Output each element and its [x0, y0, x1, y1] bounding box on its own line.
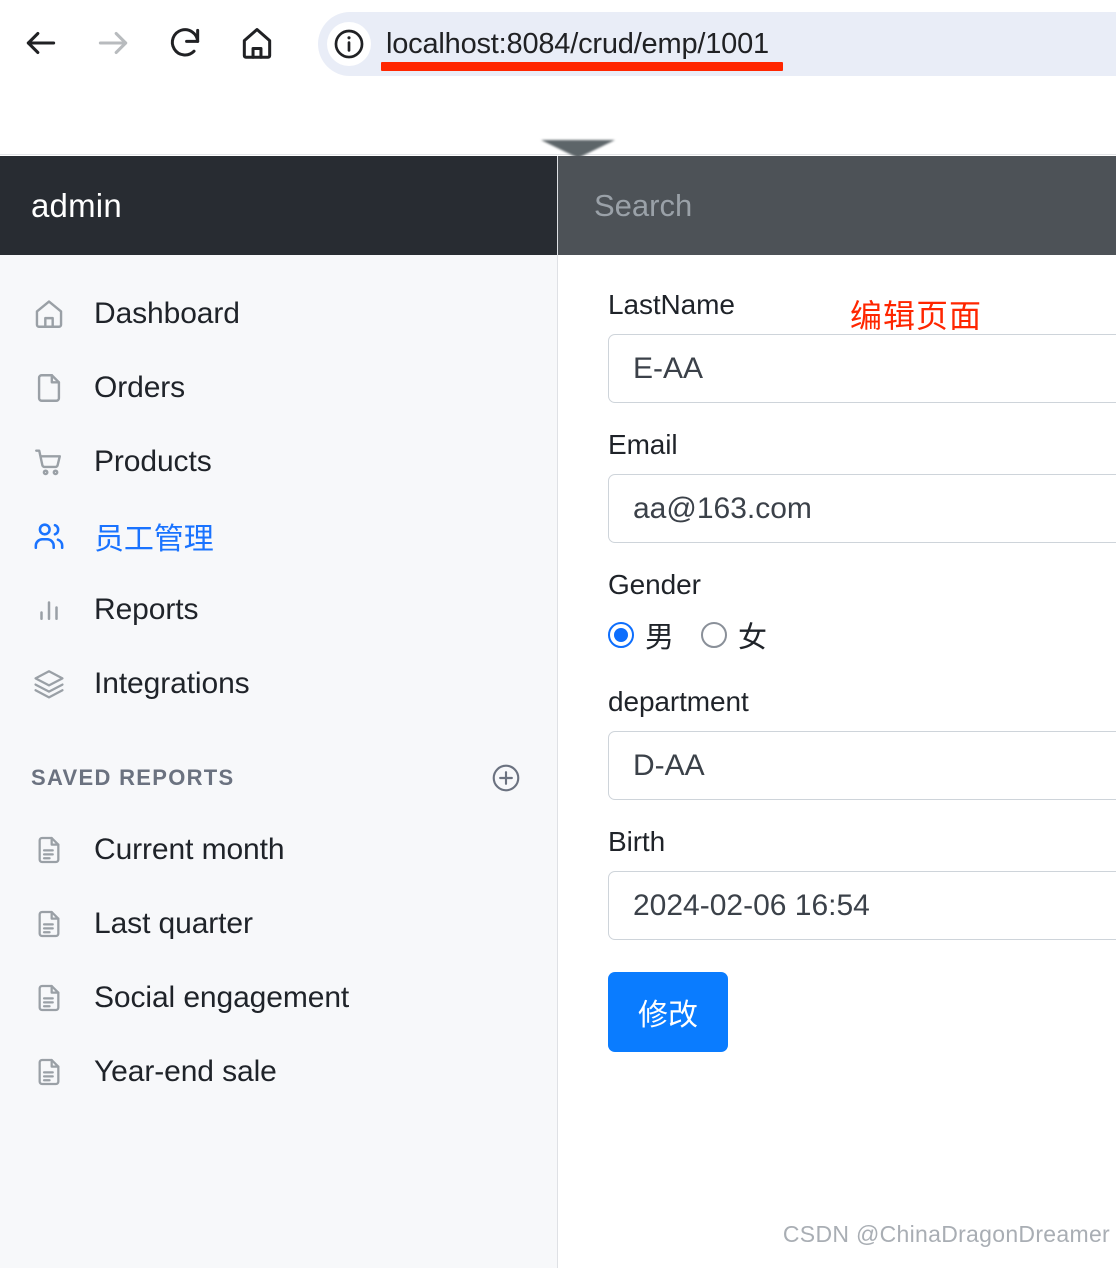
- page-annotation: 编辑页面: [850, 291, 982, 337]
- sidebar-item-label: Reports: [94, 593, 198, 627]
- list-item[interactable]: Year-end sale: [0, 1035, 557, 1109]
- reload-icon[interactable]: [162, 20, 208, 66]
- field-label: Birth: [608, 826, 1116, 858]
- sidebar-item-orders[interactable]: Orders: [0, 351, 557, 425]
- document-icon: [31, 906, 67, 942]
- list-item-label: Year-end sale: [94, 1055, 277, 1089]
- sidebar-item-employee-management[interactable]: 员工管理: [0, 499, 557, 573]
- email-input[interactable]: [608, 474, 1116, 543]
- field-email: Email: [608, 429, 1116, 567]
- field-gender: Gender 男 女: [608, 569, 1116, 656]
- gender-option-female[interactable]: 女: [701, 614, 767, 656]
- url-text: localhost:8084/crud/emp/1001: [386, 28, 769, 61]
- browser-chrome: localhost:8084/crud/emp/1001: [0, 0, 1116, 92]
- bar-chart-icon: [31, 592, 67, 628]
- app-shell: admin Dashboard Or: [0, 156, 1116, 1268]
- sidebar-item-products[interactable]: Products: [0, 425, 557, 499]
- field-label: department: [608, 686, 1116, 718]
- forward-icon[interactable]: [90, 20, 136, 66]
- document-icon: [31, 1054, 67, 1090]
- sidebar-item-label: Orders: [94, 371, 185, 405]
- layers-icon: [31, 666, 67, 702]
- sidebar-item-label: 员工管理: [94, 514, 214, 558]
- field-department: department: [608, 686, 1116, 824]
- radio-label: 女: [738, 614, 767, 656]
- employee-edit-form: 编辑页面 LastName Email Gender 男: [558, 255, 1116, 1052]
- users-icon: [31, 518, 67, 554]
- sidebar-header: admin: [0, 156, 557, 255]
- sidebar-item-label: Products: [94, 445, 212, 479]
- birth-input[interactable]: [608, 871, 1116, 940]
- document-icon: [31, 980, 67, 1016]
- department-input[interactable]: [608, 731, 1116, 800]
- list-item-label: Social engagement: [94, 981, 349, 1015]
- sidebar-item-dashboard[interactable]: Dashboard: [0, 277, 557, 351]
- radio-button-icon[interactable]: [608, 622, 634, 648]
- gender-radio-group: 男 女: [608, 614, 1116, 656]
- list-item-label: Current month: [94, 833, 284, 867]
- radio-button-icon[interactable]: [701, 622, 727, 648]
- radio-label: 男: [645, 614, 674, 656]
- list-item[interactable]: Social engagement: [0, 961, 557, 1035]
- list-item[interactable]: Last quarter: [0, 887, 557, 961]
- sidebar-item-label: Integrations: [94, 667, 250, 701]
- home-icon: [31, 296, 67, 332]
- home-icon[interactable]: [234, 20, 280, 66]
- sidebar-item-label: Dashboard: [94, 297, 240, 331]
- sidebar-nav: Dashboard Orders Produ: [0, 255, 557, 721]
- list-item-label: Last quarter: [94, 907, 253, 941]
- submit-button[interactable]: 修改: [608, 972, 728, 1052]
- back-icon[interactable]: [18, 20, 64, 66]
- document-icon: [31, 832, 67, 868]
- saved-reports-header: SAVED REPORTS: [0, 721, 557, 795]
- sidebar-item-integrations[interactable]: Integrations: [0, 647, 557, 721]
- main-content: 编辑页面 LastName Email Gender 男: [558, 156, 1116, 1268]
- cart-icon: [31, 444, 67, 480]
- field-birth: Birth: [608, 826, 1116, 964]
- saved-reports-title: SAVED REPORTS: [31, 765, 235, 791]
- search-input[interactable]: [594, 188, 1075, 224]
- field-label: Email: [608, 429, 1116, 461]
- plus-circle-icon[interactable]: [489, 761, 523, 795]
- list-item[interactable]: Current month: [0, 813, 557, 887]
- url-highlight-underline: [381, 62, 783, 71]
- gender-option-male[interactable]: 男: [608, 614, 674, 656]
- watermark: CSDN @ChinaDragonDreamer: [783, 1221, 1110, 1248]
- search-header: [558, 156, 1116, 255]
- sidebar-brand: admin: [31, 187, 122, 225]
- browser-nav-buttons: [18, 20, 280, 66]
- sidebar-item-reports[interactable]: Reports: [0, 573, 557, 647]
- lastname-input[interactable]: [608, 334, 1116, 403]
- saved-reports-list: Current month Last quarter: [0, 795, 557, 1109]
- file-icon: [31, 370, 67, 406]
- sidebar: admin Dashboard Or: [0, 156, 558, 1268]
- field-label: Gender: [608, 569, 1116, 601]
- info-circle-icon[interactable]: [327, 22, 371, 66]
